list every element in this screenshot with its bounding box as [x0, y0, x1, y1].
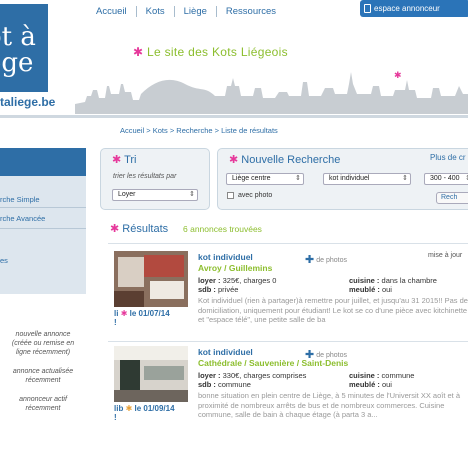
- star-icon: ✱: [112, 154, 122, 166]
- logo-url[interactable]: taliege.be: [0, 95, 55, 109]
- nav-ressources[interactable]: Ressources: [215, 6, 285, 17]
- main-nav: Accueil Kots Liège Ressources: [96, 6, 285, 17]
- plus-icon: ✚: [305, 254, 315, 266]
- tri-title-text: Tri: [124, 154, 137, 166]
- tri-label: trier les résultats par: [113, 173, 177, 180]
- listing-description: bonne situation en plein centre de Liège…: [198, 391, 461, 420]
- tri-panel: ✱ Tri trier les résultats par Loyer: [100, 148, 210, 210]
- listing-item[interactable]: lib ✱ le 01/09/14 ! kot individuel Cathé…: [110, 343, 468, 443]
- espace-annonceur-label: espace annonceur: [374, 4, 440, 13]
- more-photos-label: de photos: [316, 352, 347, 359]
- legend-new: nouvelle annonce (créée ou remise en lig…: [11, 331, 75, 356]
- plus-icon: ✚: [305, 349, 315, 361]
- more-photos-link[interactable]: ✚ de photos: [305, 252, 347, 266]
- date-text: le 01/09/14: [134, 404, 175, 413]
- results-title: ✱ Résultats: [110, 222, 168, 235]
- date-prefix: lib: [114, 404, 124, 413]
- sidebar: rche Simple rche Avancée es: [0, 148, 86, 294]
- price-select[interactable]: 300 - 400: [424, 173, 468, 185]
- listing-date: lib ✱ le 01/09/14 !: [114, 404, 175, 422]
- listing-loyer: loyer : 330€, charges comprises: [198, 371, 307, 380]
- nav-kots[interactable]: Kots: [135, 6, 174, 17]
- listing-cuisine: cuisine : dans la chambre: [349, 276, 437, 285]
- logo-text: ot à ège: [0, 22, 36, 78]
- listing-title[interactable]: kot individuel: [198, 347, 253, 357]
- more-photos-label: de photos: [316, 257, 347, 264]
- star-icon: ✱: [394, 70, 402, 80]
- sidebar-item-recherche-simple[interactable]: rche Simple: [0, 195, 40, 204]
- date-text: le 01/07/14: [129, 309, 170, 318]
- plus-criteres-link[interactable]: Plus de cr: [430, 153, 466, 162]
- photo-checkbox-label: avec photo: [238, 192, 273, 199]
- active-advertiser-star-icon: ✱: [125, 404, 133, 413]
- listing-photo[interactable]: [114, 251, 188, 307]
- search-button[interactable]: Rech: [436, 192, 468, 204]
- liege-skyline-illustration: ✱: [75, 70, 468, 114]
- listing-sdb: sdb : privée: [198, 285, 239, 294]
- type-select[interactable]: kot individuel: [323, 173, 411, 185]
- date-prefix: li: [114, 309, 119, 318]
- sidebar-header: [0, 148, 86, 176]
- listing-loyer: loyer : 325€, charges 0: [198, 276, 277, 285]
- sidebar-item-annonces[interactable]: es: [0, 256, 8, 265]
- recherche-title-text: Nouvelle Recherche: [241, 154, 341, 166]
- listing-item[interactable]: li ✱ le 01/07/14 ! kot individuel Avroy …: [110, 248, 468, 348]
- star-icon: ✱: [229, 154, 239, 166]
- star-icon: ✱: [110, 223, 120, 235]
- listing-meuble: meublé : oui: [349, 285, 392, 294]
- results-count: 6 annonces trouvées: [183, 224, 262, 234]
- tagline: ✱ Le site des Kots Liégeois: [133, 45, 288, 59]
- results-title-text: Résultats: [122, 223, 169, 235]
- recherche-title: ✱ Nouvelle Recherche: [229, 153, 340, 166]
- area-select[interactable]: Liège centre: [226, 173, 304, 185]
- photo-checkbox[interactable]: [227, 192, 234, 199]
- nav-liege[interactable]: Liège: [173, 6, 216, 17]
- recherche-panel: ✱ Nouvelle Recherche Plus de cr Liège ce…: [217, 148, 468, 210]
- listing-cuisine: cuisine : commune: [349, 371, 415, 380]
- tri-title: ✱ Tri: [112, 153, 137, 166]
- listing-photo[interactable]: [114, 346, 188, 402]
- listing-sdb: sdb : commune: [198, 380, 251, 389]
- tri-select[interactable]: Loyer: [112, 189, 198, 201]
- legend: nouvelle annonce (créée ou remise en lig…: [0, 330, 86, 423]
- legend-updated: annonce actualisée récemment: [12, 368, 74, 384]
- star-icon: ✱: [133, 45, 144, 59]
- legend-active: annonceur actif récemment: [19, 396, 67, 412]
- divider: [108, 341, 468, 342]
- listing-meuble: meublé : oui: [349, 380, 392, 389]
- divider: [108, 243, 468, 244]
- divider: [0, 228, 86, 229]
- header: ot à ège taliege.be Accueil Kots Liège R…: [0, 0, 468, 118]
- tagline-text: Le site des Kots Liégeois: [147, 45, 288, 59]
- sidebar-item-recherche-avancee[interactable]: rche Avancée: [0, 214, 45, 223]
- breadcrumb[interactable]: Accueil > Kots > Recherche > Liste de ré…: [120, 126, 278, 135]
- more-photos-link[interactable]: ✚ de photos: [305, 347, 347, 361]
- page: ot à ège taliege.be Accueil Kots Liège R…: [0, 0, 468, 468]
- listing-update: mise à jour: [428, 252, 463, 259]
- new-listing-star-icon: ✱: [120, 309, 128, 318]
- document-icon: [364, 4, 371, 13]
- nav-accueil[interactable]: Accueil: [96, 6, 136, 17]
- listing-title[interactable]: kot individuel: [198, 252, 253, 262]
- date-suffix: !: [114, 413, 117, 422]
- divider: [0, 207, 86, 208]
- listing-date: li ✱ le 01/07/14 !: [114, 309, 170, 327]
- site-logo[interactable]: ot à ège: [0, 4, 48, 92]
- listing-description: Kot individuel (rien à partager)à remett…: [198, 296, 468, 325]
- listing-address: Avroy / Guillemins: [198, 263, 273, 273]
- date-suffix: !: [114, 318, 117, 327]
- espace-annonceur-button[interactable]: espace annonceur: [360, 0, 468, 17]
